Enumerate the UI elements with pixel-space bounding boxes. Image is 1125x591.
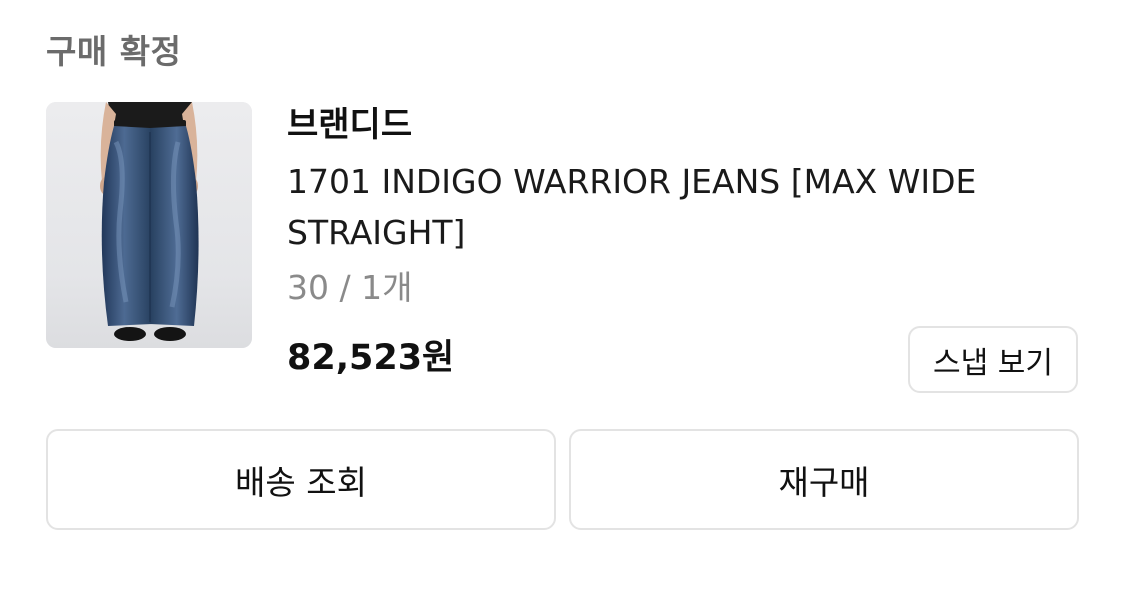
delivery-tracking-button[interactable]: 배송 조회 [46, 429, 556, 530]
jeans-photo-icon [46, 102, 252, 348]
product-price: 82,523원 [287, 338, 455, 378]
snap-view-button[interactable]: 스냅 보기 [908, 326, 1078, 393]
brand-name[interactable]: 브랜디드 [287, 102, 1067, 148]
rebuy-button[interactable]: 재구매 [569, 429, 1079, 530]
product-name[interactable]: 1701 INDIGO WARRIOR JEANS [MAX WIDE STRA… [287, 156, 1007, 258]
product-info: 브랜디드 1701 INDIGO WARRIOR JEANS [MAX WIDE… [287, 102, 1067, 312]
order-status-title: 구매 확정 [46, 32, 182, 71]
product-thumbnail[interactable] [46, 102, 252, 348]
product-option: 30 / 1개 [287, 268, 413, 307]
